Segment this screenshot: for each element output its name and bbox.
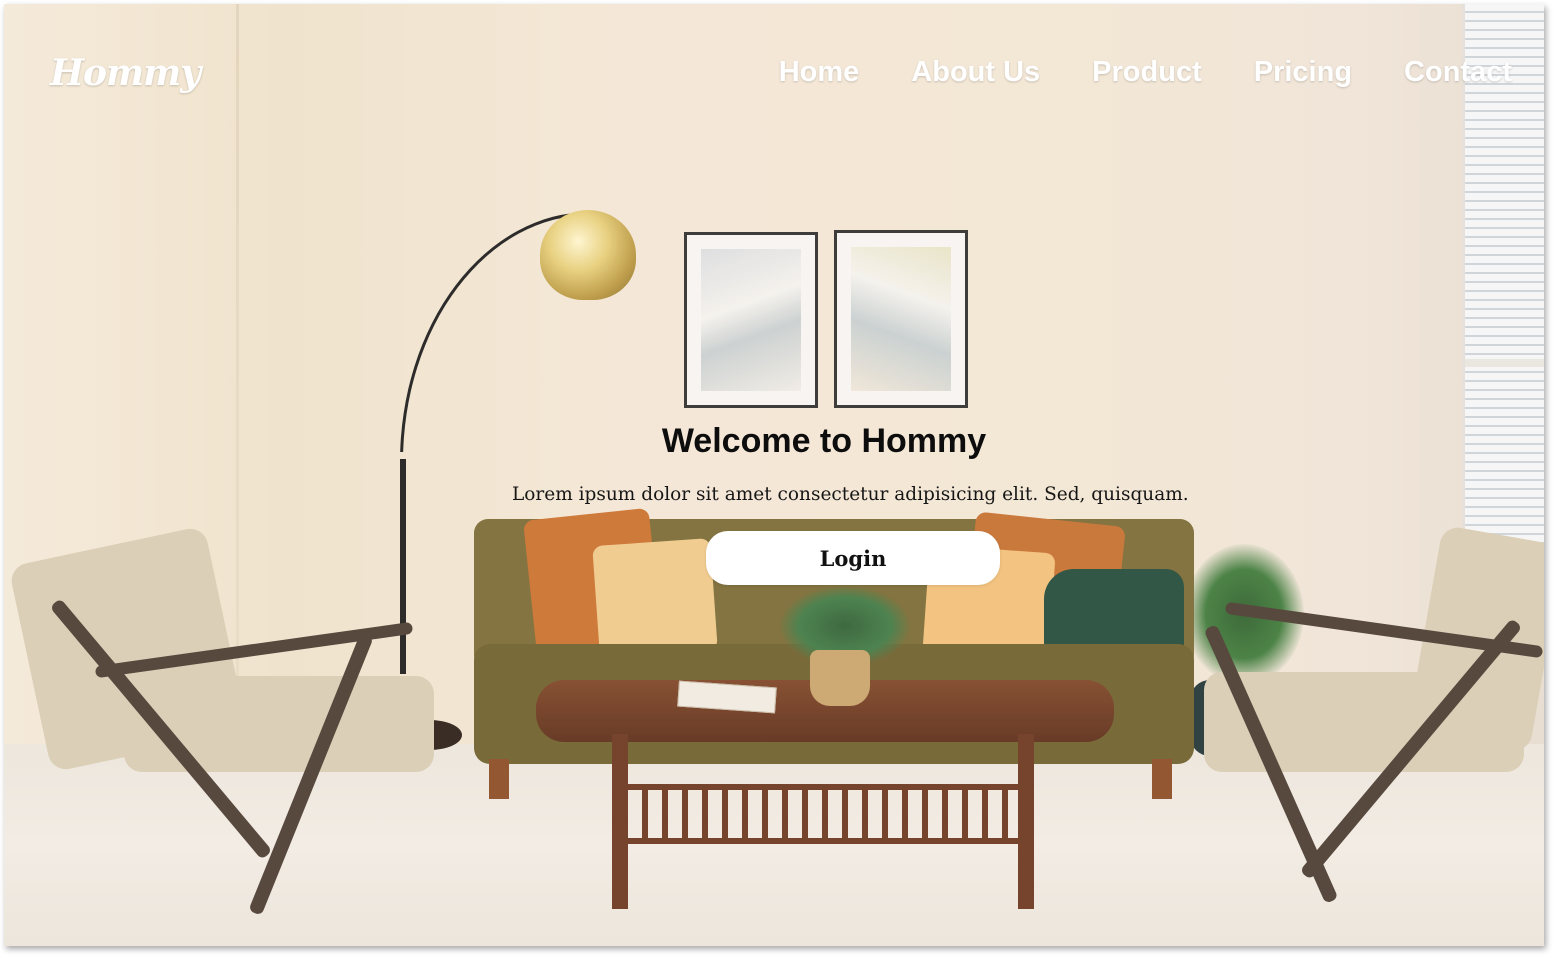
main-nav: Home About Us Product Pricing Contact <box>779 56 1512 89</box>
hero-description: Lorem ipsum dolor sit amet consectetur a… <box>512 484 1189 505</box>
login-button[interactable]: Login <box>706 531 1000 585</box>
nav-item-contact[interactable]: Contact <box>1404 56 1512 89</box>
hero-title: Welcome to Hommy <box>661 422 987 460</box>
photo-overlay <box>4 4 1544 946</box>
nav-item-home[interactable]: Home <box>779 56 860 89</box>
hero-background-image <box>4 4 1544 946</box>
nav-item-about-us[interactable]: About Us <box>911 56 1040 89</box>
brand-logo[interactable]: Hommy <box>50 52 201 94</box>
page-frame: Hommy Home About Us Product Pricing Cont… <box>4 4 1544 946</box>
nav-item-pricing[interactable]: Pricing <box>1254 56 1352 89</box>
nav-item-product[interactable]: Product <box>1092 56 1202 89</box>
